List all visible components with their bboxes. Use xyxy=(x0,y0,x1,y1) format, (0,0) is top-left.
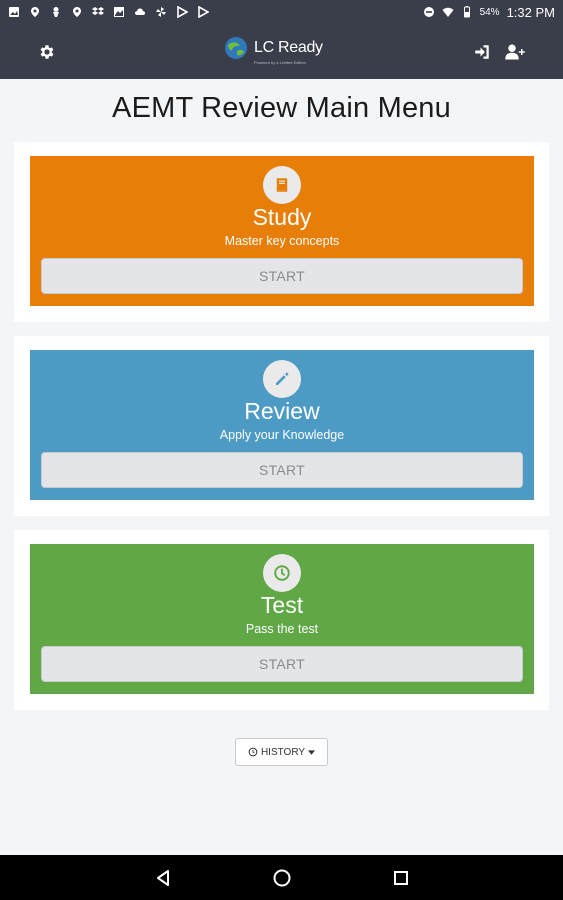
wifi-icon xyxy=(442,7,454,17)
pencil-icon xyxy=(276,372,289,385)
test-card-container: Test Pass the test START xyxy=(14,530,549,710)
battery-icon xyxy=(463,6,470,18)
study-card-container: Study Master key concepts START xyxy=(14,142,549,322)
status-bar: 54% 1:32 PM xyxy=(0,0,563,24)
clock-icon xyxy=(274,565,290,581)
notification-icons xyxy=(8,6,209,18)
test-icon-circle xyxy=(263,554,301,592)
test-start-button[interactable]: START xyxy=(41,646,523,682)
android-nav-bar xyxy=(0,855,563,900)
review-icon-circle xyxy=(263,360,301,398)
do-not-disturb-icon xyxy=(423,7,434,17)
app-bar: LC Ready Powered by a Limited Edition xyxy=(0,24,563,79)
page-title: AEMT Review Main Menu xyxy=(112,92,451,124)
system-status: 54% 1:32 PM xyxy=(423,5,555,20)
study-card: Study Master key concepts START xyxy=(30,156,534,306)
clock-icon xyxy=(248,747,258,757)
play-store-icon xyxy=(177,6,188,18)
study-start-button[interactable]: START xyxy=(41,258,523,294)
dropbox-icon xyxy=(92,7,104,15)
study-title: Study xyxy=(252,204,312,230)
globe-logo-icon xyxy=(225,37,247,59)
book-icon xyxy=(276,178,288,192)
person-pin-icon xyxy=(53,7,59,17)
battery-percent: 54% xyxy=(479,6,500,18)
study-icon-circle xyxy=(263,166,301,204)
history-label: HISTORY xyxy=(260,746,306,758)
logo-subtext: Powered by a Limited Edition xyxy=(254,60,306,65)
study-subtitle: Master key concepts xyxy=(224,234,340,248)
pinwheel-icon xyxy=(156,7,166,17)
app-logo: LC Ready Powered by a Limited Edition xyxy=(224,36,323,65)
gear-icon xyxy=(40,44,54,59)
review-subtitle: Apply your Knowledge xyxy=(219,428,345,442)
review-card-container: Review Apply your Knowledge START xyxy=(14,336,549,516)
location-pin-icon xyxy=(73,7,81,17)
play-store-icon xyxy=(198,6,209,18)
recents-square-icon xyxy=(394,870,408,885)
sign-in-icon xyxy=(475,44,489,59)
back-button[interactable] xyxy=(141,855,185,900)
test-subtitle: Pass the test xyxy=(245,622,319,636)
image-icon xyxy=(9,7,19,17)
photo-icon xyxy=(114,7,124,17)
review-start-button[interactable]: START xyxy=(41,452,523,488)
test-card: Test Pass the test START xyxy=(30,544,534,694)
settings-button[interactable] xyxy=(25,24,69,79)
home-circle-icon xyxy=(273,869,291,886)
test-title: Test xyxy=(260,592,304,618)
register-button[interactable] xyxy=(493,24,537,79)
caret-down-icon xyxy=(308,749,316,755)
recents-button[interactable] xyxy=(379,855,423,900)
user-plus-icon xyxy=(505,44,525,59)
history-button[interactable]: HISTORY xyxy=(235,738,328,766)
logo-text: LC Ready xyxy=(254,39,323,56)
home-button[interactable] xyxy=(260,855,304,900)
review-card: Review Apply your Knowledge START xyxy=(30,350,534,500)
location-pin-icon xyxy=(31,7,39,17)
back-triangle-icon xyxy=(157,869,169,886)
cloud-icon xyxy=(135,8,145,15)
review-title: Review xyxy=(244,398,320,424)
clock-time: 1:32 PM xyxy=(506,4,555,20)
